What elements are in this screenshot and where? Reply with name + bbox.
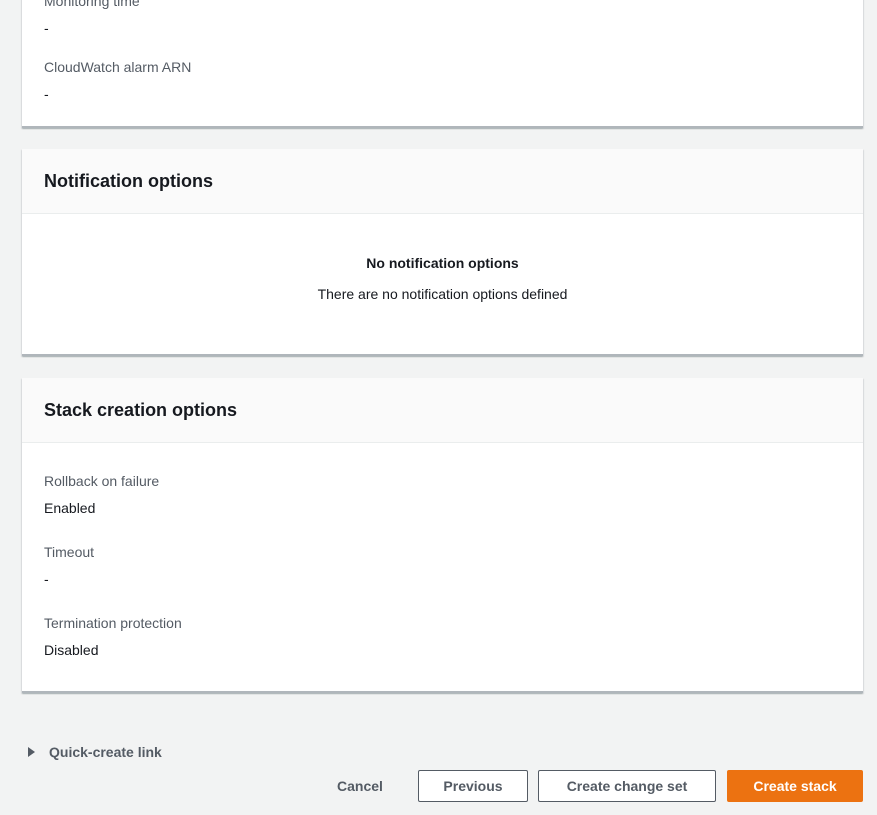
notification-options-header: Notification options	[22, 149, 863, 214]
quick-create-link-expander[interactable]: Quick-create link	[28, 744, 162, 760]
termination-protection-value: Disabled	[44, 642, 99, 658]
cloudwatch-alarm-value: -	[44, 86, 49, 102]
caret-right-icon	[28, 747, 35, 757]
quick-create-link-label: Quick-create link	[49, 744, 162, 760]
timeout-value: -	[44, 571, 49, 587]
rollback-on-failure-field: Rollback on failure Enabled	[44, 472, 159, 517]
stack-creation-options-card: Stack creation options Rollback on failu…	[22, 378, 863, 693]
termination-protection-field: Termination protection Disabled	[44, 614, 182, 659]
monitoring-time-label: Monitoring time	[44, 0, 140, 9]
rollback-on-failure-value: Enabled	[44, 500, 96, 516]
cloudwatch-alarm-field: CloudWatch alarm ARN -	[44, 58, 191, 103]
monitoring-time-value: -	[44, 20, 49, 36]
stack-creation-options-title: Stack creation options	[44, 399, 238, 420]
create-stack-button[interactable]: Create stack	[727, 770, 863, 802]
notification-empty-description: There are no notification options define…	[317, 286, 568, 302]
stack-creation-options-header: Stack creation options	[22, 378, 863, 443]
termination-protection-label: Termination protection	[44, 615, 182, 631]
notification-options-title: Notification options	[44, 170, 213, 191]
timeout-field: Timeout -	[44, 543, 94, 588]
cloudwatch-alarm-label: CloudWatch alarm ARN	[44, 59, 192, 75]
page: Monitoring time - CloudWatch alarm ARN -…	[0, 0, 877, 815]
monitoring-card: Monitoring time - CloudWatch alarm ARN -	[22, 0, 863, 128]
rollback-on-failure-label: Rollback on failure	[44, 473, 160, 489]
monitoring-time-field: Monitoring time -	[44, 0, 140, 37]
notification-empty-title: No notification options	[366, 255, 519, 271]
notification-empty-state: No notification options There are no not…	[22, 214, 863, 302]
previous-button[interactable]: Previous	[418, 770, 528, 802]
notification-options-card: Notification options No notification opt…	[22, 149, 863, 356]
timeout-label: Timeout	[44, 544, 95, 560]
create-change-set-button[interactable]: Create change set	[538, 770, 716, 802]
cancel-button[interactable]: Cancel	[320, 770, 400, 802]
